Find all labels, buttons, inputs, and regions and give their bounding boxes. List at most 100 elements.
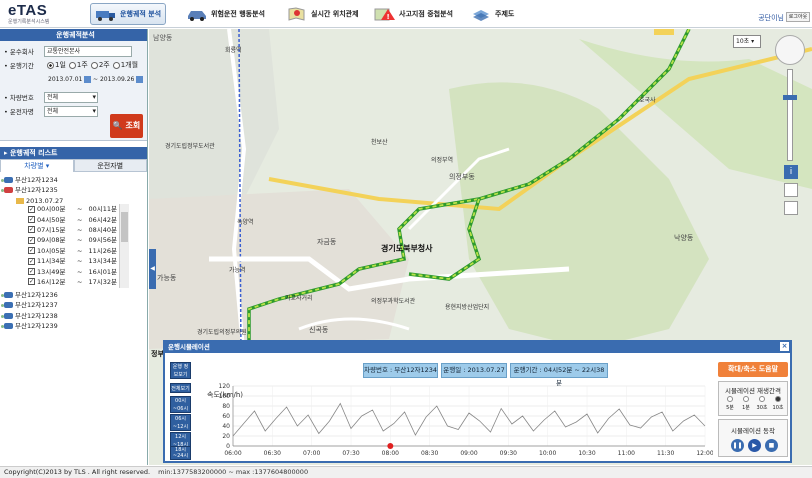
tree-vehicle[interactable]: 부산12자1234	[1, 175, 147, 185]
list-panel-title: ▸ 운행궤적 리스트	[0, 147, 147, 159]
query-button[interactable]: 🔍 조회	[110, 114, 143, 138]
trip-start: 04시50분	[37, 215, 66, 224]
close-icon[interactable]: ×	[780, 342, 789, 351]
tab-by-driver[interactable]: 운전자별	[73, 159, 147, 172]
trip-start: 16시12분	[37, 277, 66, 286]
vehicle-label: 차량번호	[9, 94, 34, 102]
car-icon	[1, 312, 13, 319]
street-view-icon[interactable]: i	[784, 165, 798, 179]
speed-option-10s[interactable]: 10초	[771, 396, 785, 411]
tree-vehicle[interactable]: 부산12자1239	[1, 321, 147, 331]
map-controls: 10초 ▾ i	[733, 35, 811, 225]
nav-trajectory-analysis[interactable]: 운행궤적 분석	[90, 3, 167, 25]
layers-icon	[470, 6, 492, 22]
x-tick-label: 07:00	[303, 450, 320, 457]
date-to[interactable]: 2013.09.26	[100, 76, 134, 83]
calendar-icon[interactable]	[136, 75, 143, 83]
trip-checkbox[interactable]: ✓	[28, 268, 35, 276]
compass-icon[interactable]	[775, 35, 805, 65]
trip-separator: ~	[77, 225, 83, 234]
scale-select[interactable]: 10초 ▾	[733, 35, 761, 48]
app-logo[interactable]: eTAS 운행기록분석시스템	[8, 2, 49, 25]
speed-interval-panel: 시뮬레이션 재생간격 5분 1분 30초 10초	[718, 381, 788, 416]
range-18-24-button[interactable]: 18시~24시	[170, 446, 191, 460]
logout-button[interactable]: 로그아웃	[786, 12, 810, 22]
nav-thematic-map[interactable]: 주제도	[466, 3, 518, 25]
speed-option-1min[interactable]: 1분	[739, 396, 753, 411]
scrollbar-thumb[interactable]	[121, 212, 128, 242]
map-label: 용현지방산업단지	[445, 304, 490, 311]
tab-by-vehicle[interactable]: 차량별 ▾	[0, 159, 74, 172]
range-00-06-button[interactable]: 00시~06시	[170, 396, 191, 413]
driver-select[interactable]: 전체	[44, 105, 98, 117]
trip-checkbox[interactable]: ✓	[28, 236, 35, 244]
map-label: 의정부과학도서관	[371, 298, 416, 305]
popup-title: 운행시뮬레이션	[168, 343, 210, 351]
trip-start: 09시08분	[37, 236, 66, 245]
radio-dot	[743, 396, 749, 402]
speed-label: 1분	[742, 405, 750, 411]
trip-item[interactable]: ✓ 07시15분 ~08시40분	[28, 225, 126, 235]
period-radio-1month[interactable]	[112, 61, 120, 69]
nav-risk-driving[interactable]: 위험운전 행동분석	[182, 3, 269, 25]
calendar-icon[interactable]	[84, 75, 92, 83]
vehicle-select[interactable]: 전체	[44, 91, 98, 103]
trip-item[interactable]: ✓ 00시00분 ~00시11분	[28, 204, 126, 214]
tree-vehicle[interactable]: 부산12자1237	[1, 300, 147, 310]
zoom-help-button[interactable]: 확대/축소 도움말	[718, 362, 788, 377]
date-info-badge: 운행일 : 2013.07.27	[441, 363, 507, 378]
period-radio-2week[interactable]	[90, 61, 98, 69]
trip-item[interactable]: ✓ 04시50분 ~06시42분	[28, 214, 126, 224]
tab-label: 차량별	[24, 162, 44, 170]
range-06-12-button[interactable]: 06시~12시	[170, 414, 191, 431]
trip-checkbox[interactable]: ✓	[28, 278, 35, 286]
trip-info-button[interactable]: 운행 정보보기	[170, 362, 191, 379]
y-tick-label: 120	[219, 383, 231, 390]
map-collapse-handle[interactable]: ◀	[149, 249, 156, 289]
nav-accident-overlay[interactable]: ! 사고지점 중첩분석	[370, 3, 457, 25]
trip-start: 13시49분	[37, 267, 66, 276]
speed-label: 5분	[726, 405, 734, 411]
y-tick-label: 20	[222, 433, 230, 440]
zoom-slider-thumb[interactable]	[783, 95, 797, 100]
pause-icon[interactable]: ❚❚	[731, 439, 744, 452]
trip-item[interactable]: ✓ 13시49분 ~16시01분	[28, 266, 126, 276]
trip-checkbox[interactable]: ✓	[28, 205, 35, 213]
nav-label: 주제도	[495, 10, 515, 18]
radio-label: 1개월	[120, 61, 139, 69]
trip-item[interactable]: ✓ 16시12분 ~17시32분	[28, 277, 126, 287]
zoom-slider[interactable]	[787, 69, 793, 161]
trip-item[interactable]: ✓ 11시34분 ~13시34분	[28, 256, 126, 266]
tree-vehicle[interactable]: 부산12자1235	[1, 185, 147, 195]
speed-option-5min[interactable]: 5분	[723, 396, 737, 411]
period-radio-1week[interactable]	[68, 61, 76, 69]
trip-scrollbar[interactable]	[119, 204, 129, 288]
x-tick-label: 09:30	[500, 450, 517, 457]
print-icon[interactable]	[784, 201, 798, 215]
trip-item[interactable]: ✓ 09시08분 ~09시56분	[28, 235, 126, 245]
date-from[interactable]: 2013.07.01	[48, 76, 82, 83]
y-tick-label: 80	[222, 403, 230, 410]
period-radio-1day[interactable]	[47, 61, 54, 69]
car-icon	[1, 177, 13, 184]
trip-checkbox[interactable]: ✓	[28, 226, 35, 234]
play-icon[interactable]: ▶	[748, 439, 761, 452]
speed-option-30s[interactable]: 30초	[755, 396, 769, 411]
nav-realtime-location[interactable]: 실시간 위치관제	[282, 3, 363, 25]
trip-item[interactable]: ✓ 10시05분 ~11시26분	[28, 246, 126, 256]
x-tick-label: 08:00	[382, 450, 399, 457]
stop-icon[interactable]: ■	[765, 439, 778, 452]
map-label: 경기도립정부도서관	[165, 143, 215, 150]
tree-vehicle[interactable]: 부산12자1236	[1, 290, 147, 300]
trip-checkbox[interactable]: ✓	[28, 257, 35, 265]
speed-chart[interactable]: 0 20 40 60 80 100 120 속도(km/h) 06:00 06:30 07:00 07…	[193, 380, 714, 460]
trip-separator: ~	[77, 236, 83, 245]
view-all-button[interactable]: 전체보기	[170, 383, 191, 393]
tree-vehicle[interactable]: 부산12자1238	[1, 310, 147, 320]
speed-interval-title: 시뮬레이션 재생간격	[725, 387, 781, 395]
company-field[interactable]: 교통안전본사	[44, 45, 132, 57]
ruler-icon[interactable]	[784, 183, 798, 197]
x-tick-label: 09:00	[460, 450, 477, 457]
trip-checkbox[interactable]: ✓	[28, 247, 35, 255]
trip-checkbox[interactable]: ✓	[28, 216, 35, 224]
